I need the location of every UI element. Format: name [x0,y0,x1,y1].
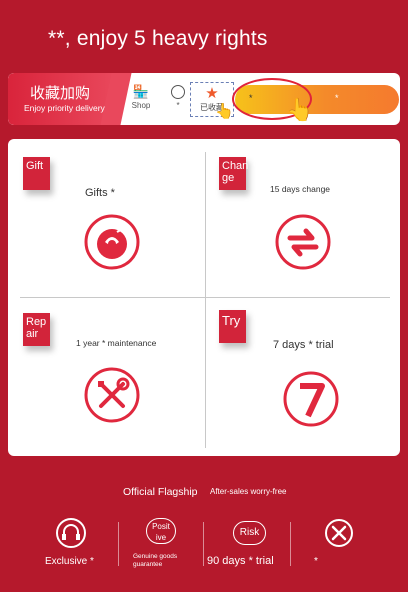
pointer-hand-small-icon: 👆 [215,103,234,120]
page-title: **, enjoy 5 heavy rights [48,27,268,50]
shop-label: Shop [131,101,151,110]
footer-divider [290,522,291,566]
service-label: * [176,101,180,110]
risk-badge: Risk [233,521,266,545]
panel-vertical-divider [205,152,206,448]
footer-title: Official Flagship [123,486,198,498]
gifts-label: Gifts * [85,187,115,199]
wrench-screwdriver-icon [84,367,140,423]
shop-button[interactable]: 🏪 Shop [125,84,157,111]
tools-icon [325,519,353,547]
change-tag: Chan ge [219,157,248,190]
pill-right-text: * [335,93,339,103]
pointer-hand-icon: 👆 [286,97,314,122]
number-seven-icon [283,371,339,427]
star-icon: ★ [205,85,219,102]
shop-icon: 🏪 [132,84,150,99]
footer-divider [118,522,119,566]
service-icon [171,85,185,99]
panel-horizontal-divider [20,297,390,298]
genuine-label: Genuine goods guarantee [133,553,178,568]
banner-sub-text: Enjoy priority delivery [24,103,105,113]
try-tag: Try [219,310,246,343]
change-label: 15 days change [270,184,331,194]
banner-main-text: 收藏加购 [30,85,91,102]
positive-badge: Posit ive [146,518,176,544]
exclusive-label: Exclusive * [45,556,94,567]
gift-tag: Gift [23,157,50,190]
gift-icon [84,214,140,270]
ninety-days-label: 90 days * trial [207,555,274,567]
footer-subtitle: After-sales worry-free [210,487,287,496]
service-button[interactable]: * [166,85,190,110]
footer-divider [203,522,204,566]
repair-tag: Rep air [23,313,50,346]
headset-icon [56,518,86,548]
favorite-banner: 收藏加购 Enjoy priority delivery 🏪 Shop * ★ … [8,73,400,125]
trial-label: 7 days * trial [273,339,334,351]
maintenance-label: 1 year * maintenance [76,338,157,348]
tools-label: * [314,556,318,567]
exchange-arrows-icon [275,214,331,270]
